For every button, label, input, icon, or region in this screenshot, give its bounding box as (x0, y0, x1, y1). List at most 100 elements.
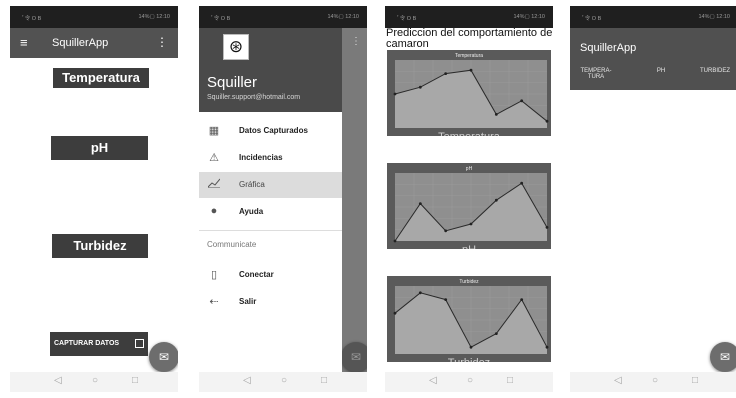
column-header-ph[interactable]: PH (652, 68, 670, 74)
nav-bar: ◁ ○ □ (385, 372, 553, 392)
drawer-header: ⊛ Squiller Squiller.support@hotmail.com (199, 28, 342, 112)
x-axis-label: Temperatura (438, 131, 501, 136)
drawer-item-label: Ayuda (239, 207, 264, 216)
capturar-datos-label: CAPTURAR DATOS (54, 340, 120, 347)
column-header-turbidez[interactable]: TURBIDEZ (700, 68, 736, 74)
data-point (444, 229, 448, 233)
back-icon[interactable]: ◁ (243, 375, 251, 386)
app-title: SquillerApp (580, 42, 637, 54)
drawer-item-label: Incidencias (239, 153, 283, 162)
drawer-item-conectar[interactable]: ▯ Conectar (199, 262, 342, 288)
drawer-item-salir[interactable]: ⇠ Salir (199, 289, 342, 315)
menu-icon[interactable]: ≡ (20, 36, 28, 49)
chart-svg: pH pH (393, 166, 549, 249)
user-name: Squiller (207, 74, 258, 91)
status-bar: ﾟ令 O B 14%▢ 12:10 (570, 6, 736, 28)
data-point (520, 298, 524, 301)
back-icon[interactable]: ◁ (54, 375, 62, 386)
data-point (545, 345, 549, 349)
fab-message-button[interactable]: ✉ (149, 342, 178, 372)
drawer-item-grafica[interactable]: Gráfica (199, 172, 342, 198)
status-icons-right: 14%▢ 12:10 (698, 14, 731, 20)
x-axis-label: Turbidez (448, 357, 490, 362)
more-options-icon[interactable]: ⋮ (351, 36, 361, 47)
more-options-icon[interactable]: ⋮ (156, 35, 168, 49)
warning-icon: ⚠ (209, 152, 219, 164)
ph-chart: pH pH (387, 163, 551, 249)
drawer-item-datos-capturados[interactable]: ▦ Datos Capturados (199, 118, 342, 144)
recents-icon[interactable]: □ (692, 375, 698, 386)
drawer-item-ayuda[interactable]: ● Ayuda (199, 199, 342, 225)
home-icon[interactable]: ○ (281, 375, 287, 386)
turbidez-chart: Turbidez Turbidez (387, 276, 551, 362)
home-icon[interactable]: ○ (652, 375, 658, 386)
nav-bar: ◁ ○ □ (10, 372, 178, 392)
bluetooth-icon: ▯ (210, 269, 218, 281)
fab-message-button[interactable]: ✉ (710, 342, 736, 372)
recents-icon[interactable]: □ (507, 375, 513, 386)
help-icon: ● (210, 205, 218, 217)
recents-icon[interactable]: □ (321, 375, 327, 386)
data-point (393, 311, 397, 315)
status-icons-right: 14%▢ 12:10 (138, 14, 171, 20)
drawer-item-incidencias[interactable]: ⚠ Incidencias (199, 145, 342, 171)
drawer-scrim[interactable]: ⋮ (342, 28, 367, 372)
drawer-item-label: Datos Capturados (239, 126, 308, 135)
home-icon[interactable]: ○ (467, 375, 473, 386)
capturar-datos-button[interactable]: CAPTURAR DATOS (50, 332, 148, 356)
back-icon[interactable]: ◁ (614, 375, 622, 386)
phone-table-screen: ﾟ令 O B 14%▢ 12:10 SquillerApp TEMPERA- T… (570, 6, 736, 392)
phone-drawer-screen: ﾟ令 O B 14%▢ 12:10 ⋮ ✉ ⊛ Squiller Squille… (199, 6, 367, 392)
data-point (418, 85, 422, 89)
data-point (469, 222, 473, 226)
status-icons-left: ﾟ令 O B (22, 16, 42, 22)
chart-title: pH (466, 166, 473, 172)
user-email: Squiller.support@hotmail.com (207, 94, 301, 101)
status-icons-right: 14%▢ 12:10 (513, 14, 546, 20)
nav-bar: ◁ ○ □ (570, 372, 736, 392)
back-icon[interactable]: ◁ (429, 375, 437, 386)
drawer-section-communicate: Communicate (207, 240, 257, 249)
data-point (494, 198, 498, 202)
data-point (393, 239, 397, 243)
data-point (545, 226, 549, 229)
drawer-item-label: Conectar (239, 270, 274, 279)
app-title: SquillerApp (52, 37, 109, 49)
drawer-item-label: Salir (239, 297, 257, 306)
data-point (418, 291, 422, 295)
navigation-drawer: ⊛ Squiller Squiller.support@hotmail.com … (199, 28, 342, 372)
home-icon[interactable]: ○ (92, 375, 98, 386)
status-icons-left: ﾟ令 O B (397, 16, 417, 22)
data-point (444, 298, 448, 301)
x-axis-label: pH (462, 244, 476, 249)
phone-charts-screen: ﾟ令 O B 14%▢ 12:10 Prediccion del comport… (385, 6, 553, 392)
data-point (469, 345, 473, 349)
temperatura-chart: Temperatura Temperatura (387, 50, 551, 136)
turbidez-button[interactable]: Turbidez (52, 234, 148, 258)
chart-icon (207, 178, 221, 191)
data-point (494, 113, 498, 116)
squiller-logo-icon: ⊛ (223, 34, 249, 60)
recents-icon[interactable]: □ (132, 375, 138, 386)
temperatura-button[interactable]: Temperatura (53, 68, 149, 88)
status-icons-left: ﾟ令 O B (211, 16, 231, 22)
status-bar: ﾟ令 O B 14%▢ 12:10 (10, 6, 178, 28)
status-bar: ﾟ令 O B 14%▢ 12:10 (385, 6, 553, 28)
chart-title: Temperatura (455, 53, 483, 59)
data-point (418, 202, 422, 205)
data-point (520, 181, 524, 185)
ph-button[interactable]: pH (51, 136, 148, 160)
prediction-title: Prediccion del comportamiento del camaro… (386, 28, 553, 50)
database-icon: ▦ (208, 125, 220, 137)
data-point (393, 92, 397, 96)
column-header-temperatura[interactable]: TEMPERA- TURA (578, 68, 614, 80)
data-point (520, 99, 524, 103)
data-point (545, 119, 549, 123)
status-icons-right: 14%▢ 12:10 (327, 14, 360, 20)
drawer-divider (199, 230, 342, 231)
status-bar: ﾟ令 O B 14%▢ 12:10 (199, 6, 367, 28)
table-header-bar: SquillerApp TEMPERA- TURA PH TURBIDEZ (570, 28, 736, 90)
data-point (494, 332, 498, 335)
fab-message-button[interactable]: ✉ (341, 342, 367, 372)
nav-bar: ◁ ○ □ (199, 372, 367, 392)
